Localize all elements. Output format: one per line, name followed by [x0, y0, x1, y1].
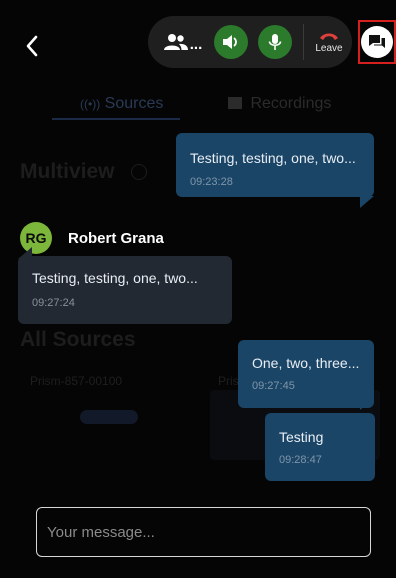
- message-time: 09:27:45: [252, 380, 295, 392]
- film-icon: [228, 97, 242, 109]
- message-text: Testing, testing, one, two...: [190, 150, 356, 166]
- source-name: Prism-857-00100: [30, 374, 123, 388]
- microphone-icon: [268, 34, 282, 50]
- participants-button[interactable]: ...: [160, 26, 206, 58]
- bubble-tail: [360, 398, 374, 410]
- broadcast-icon: ((•)): [80, 97, 101, 111]
- speaker-button[interactable]: [214, 25, 248, 59]
- tab-recordings-label: Recordings: [250, 95, 332, 112]
- message-time: 09:23:28: [190, 176, 233, 188]
- message-text: Testing, testing, one, two...: [32, 270, 198, 286]
- all-sources-heading: All Sources: [20, 328, 136, 351]
- chat-icon: [369, 35, 385, 48]
- leave-label: Leave: [315, 42, 343, 54]
- controls-divider: [303, 24, 304, 60]
- tab-sources-label: Sources: [104, 95, 164, 112]
- message-text: One, two, three...: [252, 355, 360, 371]
- participants-label: ...: [189, 35, 203, 53]
- speaker-icon: [223, 35, 237, 49]
- message-bubble-outgoing: Testing 09:28:47: [265, 413, 375, 481]
- tab-recordings[interactable]: Recordings: [228, 95, 331, 113]
- message-bubble-outgoing: One, two, three... 09:27:45: [238, 340, 374, 408]
- message-time: 09:27:24: [32, 297, 75, 309]
- message-bubble-outgoing: Testing, testing, one, two... 09:23:28: [176, 133, 374, 197]
- multiview-heading: Multiview: [20, 160, 115, 183]
- message-bubble-incoming: Testing, testing, one, two... 09:27:24: [18, 256, 232, 324]
- chat-button-circle: [361, 26, 393, 58]
- tab-sources[interactable]: ((•)) Sources: [80, 95, 163, 113]
- phone-hangup-icon: [320, 33, 338, 40]
- back-button[interactable]: [22, 34, 42, 58]
- active-tab-indicator: [52, 118, 180, 120]
- chat-toggle-button[interactable]: [358, 20, 396, 64]
- leave-button[interactable]: Leave: [310, 22, 348, 62]
- message-time: 09:28:47: [279, 454, 322, 466]
- call-controls: ... Leave: [148, 16, 352, 68]
- info-icon[interactable]: [131, 164, 147, 180]
- bubble-tail: [360, 196, 374, 208]
- message-text: Testing: [279, 429, 324, 445]
- mic-button[interactable]: [258, 25, 292, 59]
- sender-name: Robert Grana: [68, 229, 164, 247]
- message-input[interactable]: [36, 507, 371, 557]
- message-sender: RG Robert Grana: [20, 222, 164, 254]
- chat-screen: ((•)) Sources Recordings Multiview All S…: [0, 0, 396, 578]
- chevron-left-icon: [26, 35, 38, 57]
- people-icon: [163, 34, 188, 50]
- source-status-pill: [80, 410, 138, 424]
